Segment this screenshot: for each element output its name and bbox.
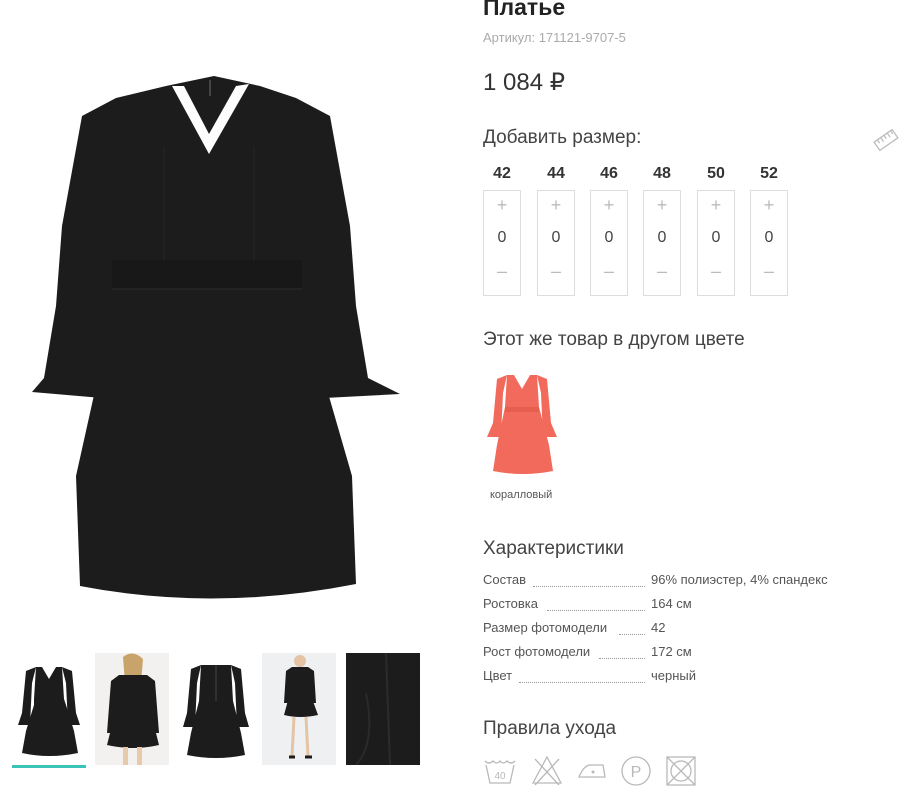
size-option-48: 48 + – [643, 163, 681, 296]
main-product-image[interactable] [4, 6, 420, 632]
size-label: 52 [760, 165, 778, 182]
dotted-leader [619, 634, 645, 635]
quantity-stepper: + – [537, 190, 575, 296]
quantity-input[interactable] [751, 229, 787, 247]
increment-button[interactable]: + [591, 195, 627, 216]
wash-40-icon: 40 [483, 753, 517, 787]
dotted-leader [547, 610, 645, 611]
iron-low-icon [575, 753, 609, 787]
quantity-stepper: + – [697, 190, 735, 296]
quantity-input[interactable] [591, 229, 627, 247]
care-instructions-heading: Правила ухода [483, 718, 617, 739]
characteristic-row: Ростовка 164 см [483, 596, 863, 616]
size-label: 42 [493, 165, 511, 182]
decrement-button[interactable]: – [484, 261, 520, 282]
size-option-52: 52 + – [750, 163, 788, 296]
thumbnail-sleeve-detail[interactable] [346, 653, 420, 765]
characteristic-key: Размер фотомодели [483, 620, 610, 635]
product-price: 1 084 ₽ [483, 69, 565, 96]
add-size-heading: Добавить размер: [483, 127, 642, 148]
thumbnail-gallery [12, 653, 422, 769]
increment-button[interactable]: + [538, 195, 574, 216]
characteristic-value: черный [651, 668, 697, 683]
dotted-leader [519, 682, 645, 683]
characteristics-heading: Характеристики [483, 538, 624, 559]
quantity-input[interactable] [484, 229, 520, 247]
quantity-stepper: + – [643, 190, 681, 296]
quantity-input[interactable] [698, 229, 734, 247]
thumbnail-model-front[interactable] [95, 653, 169, 765]
increment-button[interactable]: + [644, 195, 680, 216]
thumbnail-back-view[interactable] [179, 653, 253, 765]
size-label: 44 [547, 165, 565, 182]
characteristic-row: Рост фотомодели 172 см [483, 644, 863, 664]
characteristic-key: Цвет [483, 668, 515, 683]
size-option-46: 46 + – [590, 163, 628, 296]
quantity-input[interactable] [644, 229, 680, 247]
characteristic-row: Цвет черный [483, 668, 863, 688]
characteristic-value: 42 [651, 620, 666, 635]
decrement-button[interactable]: – [698, 261, 734, 282]
other-colors-heading: Этот же товар в другом цвете [483, 329, 745, 350]
product-title: Платье [483, 0, 566, 20]
decrement-button[interactable]: – [751, 261, 787, 282]
increment-button[interactable]: + [484, 195, 520, 216]
dry-clean-p-icon: P [619, 753, 653, 787]
size-option-50: 50 + – [697, 163, 735, 296]
size-label: 46 [600, 165, 618, 182]
quantity-stepper: + – [590, 190, 628, 296]
quantity-stepper: + – [750, 190, 788, 296]
dry-clean-letter: P [631, 764, 642, 781]
quantity-input[interactable] [538, 229, 574, 247]
characteristic-value: 172 см [651, 644, 692, 659]
dotted-leader [599, 658, 645, 659]
quantity-stepper: + – [483, 190, 521, 296]
characteristic-key: Ростовка [483, 596, 540, 611]
color-option-label: коралловый [490, 489, 553, 501]
characteristic-key: Состав [483, 572, 529, 587]
no-bleach-icon [530, 753, 564, 787]
thumbnail-model-full[interactable] [262, 653, 336, 765]
characteristic-row: Размер фотомодели 42 [483, 620, 863, 640]
decrement-button[interactable]: – [591, 261, 627, 282]
characteristic-value: 164 см [651, 596, 692, 611]
no-tumble-dry-icon [664, 753, 698, 787]
characteristic-key: Рост фотомодели [483, 644, 593, 659]
characteristic-value: 96% полиэстер, 4% спандекс [651, 572, 828, 587]
color-option-coral[interactable] [483, 367, 563, 477]
size-label: 48 [653, 165, 671, 182]
increment-button[interactable]: + [751, 195, 787, 216]
dotted-leader [533, 586, 645, 587]
product-sku: Артикул: 171121-9707-5 [483, 30, 626, 45]
black-dress-image [32, 76, 400, 599]
size-option-42: 42 + – [483, 163, 521, 296]
size-chart-ruler-icon[interactable] [872, 126, 900, 154]
active-thumbnail-indicator [12, 765, 86, 768]
thumbnail-front-view[interactable] [12, 653, 86, 765]
wash-temperature: 40 [494, 771, 506, 782]
increment-button[interactable]: + [698, 195, 734, 216]
decrement-button[interactable]: – [644, 261, 680, 282]
size-label: 50 [707, 165, 725, 182]
decrement-button[interactable]: – [538, 261, 574, 282]
characteristic-row: Состав 96% полиэстер, 4% спандекс [483, 572, 863, 592]
size-option-44: 44 + – [537, 163, 575, 296]
